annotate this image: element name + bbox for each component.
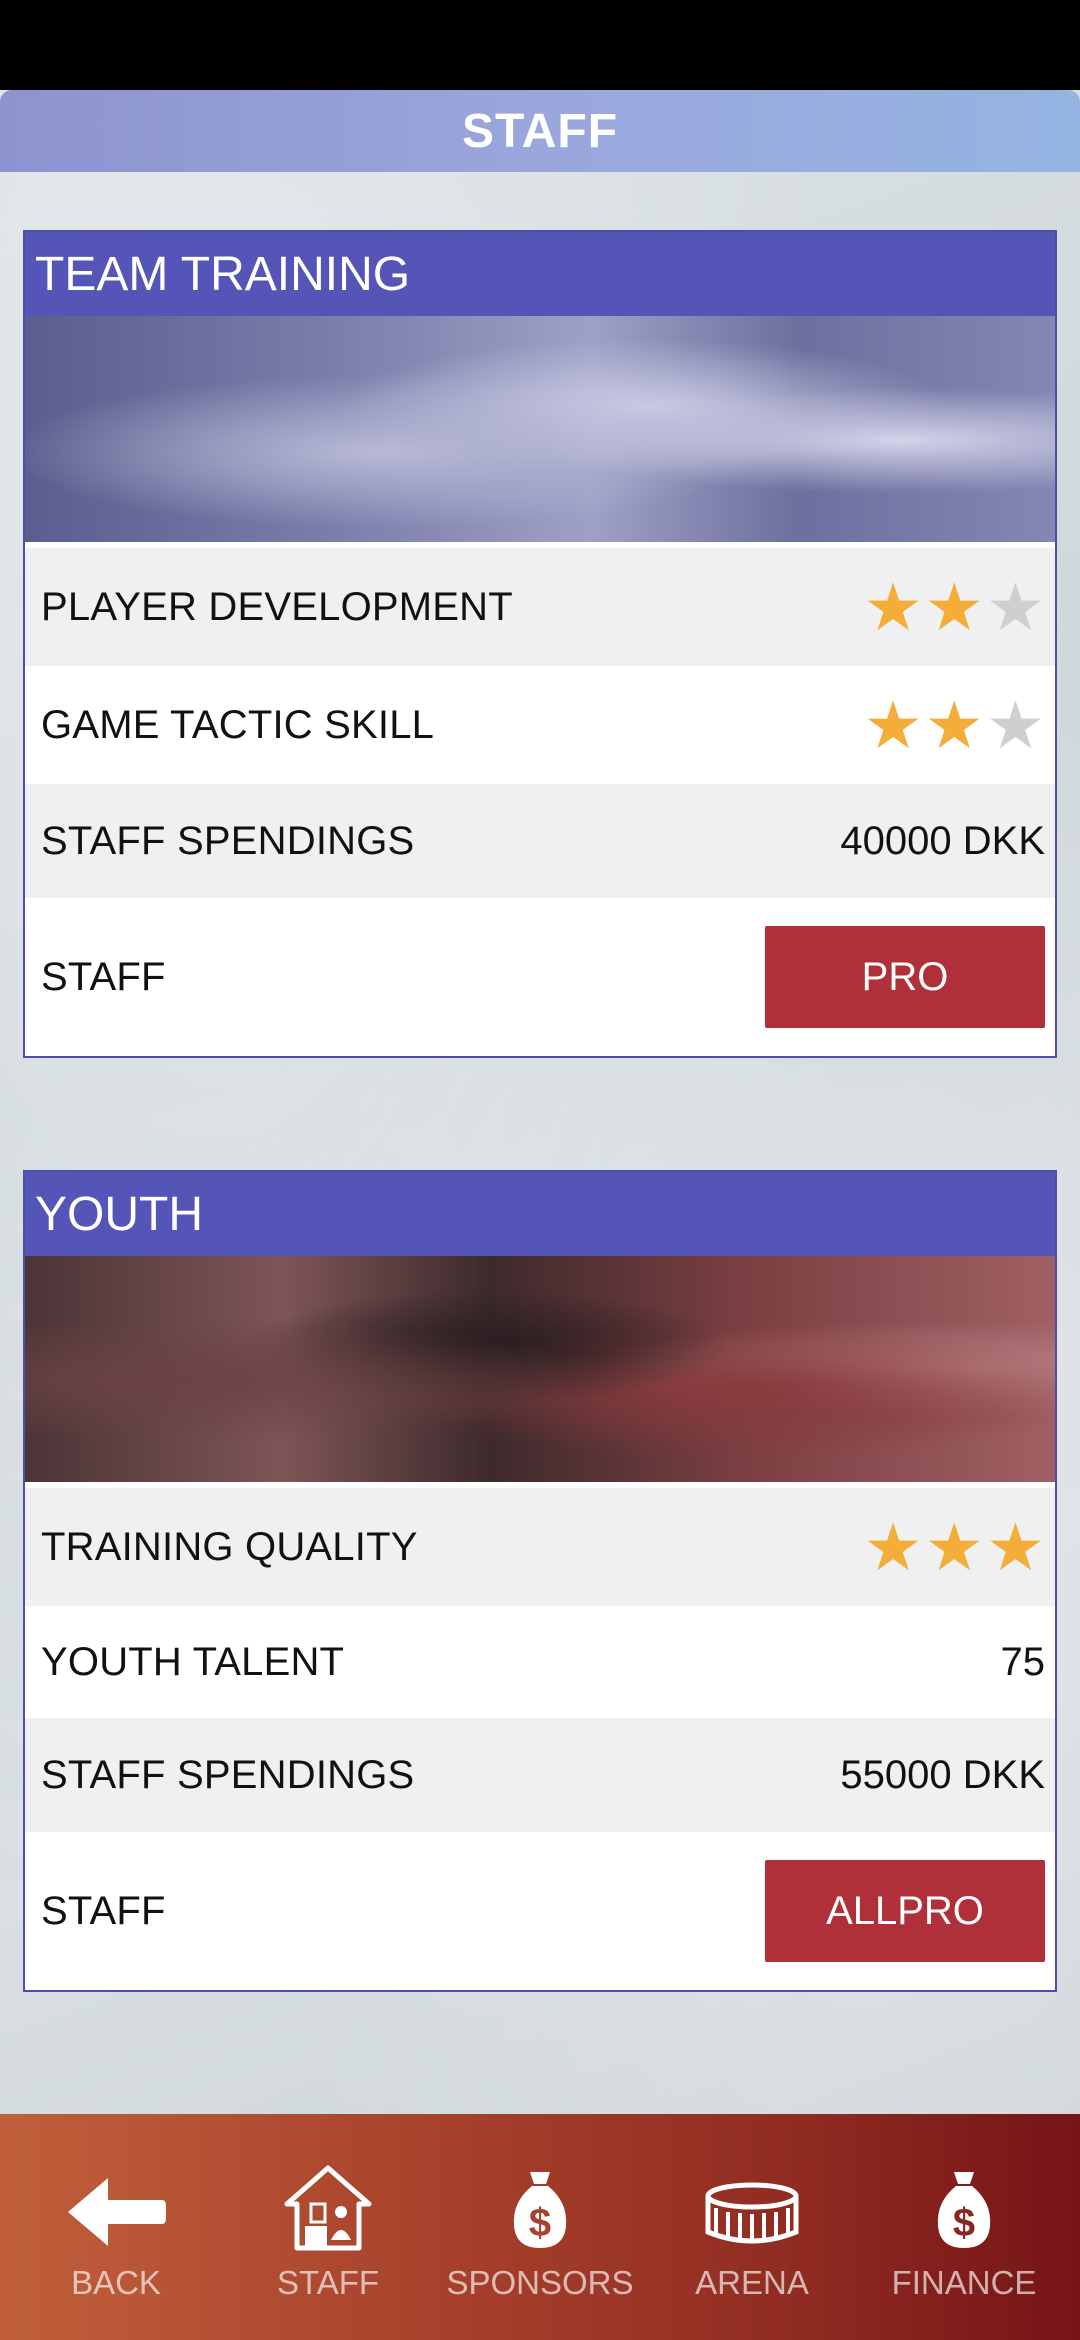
row-label: YOUTH TALENT [41, 1639, 345, 1684]
youth-card: YOUTH TRAINING QUALITY ★ ★ ★ YOUTH TALEN… [23, 1170, 1057, 1992]
staff-spendings-value: 55000 DKK [840, 1752, 1045, 1797]
row-label: PLAYER DEVELOPMENT [41, 584, 513, 629]
staff-row: STAFF PRO [25, 898, 1055, 1056]
player-development-rating: ★ ★ ★ [863, 574, 1045, 640]
house-staff-icon [283, 2152, 373, 2252]
staff-row: STAFF ALLPRO [25, 1832, 1055, 1990]
star-empty-icon: ★ [985, 570, 1045, 644]
staff-spendings-value: 40000 DKK [840, 818, 1045, 863]
row-label: STAFF [41, 954, 166, 999]
youth-talent-row: YOUTH TALENT 75 [25, 1606, 1055, 1718]
youth-talent-value: 75 [1000, 1639, 1046, 1684]
row-label: STAFF SPENDINGS [41, 1752, 415, 1797]
team-training-card: TEAM TRAINING PLAYER DEVELOPMENT ★ ★ ★ G… [23, 230, 1057, 1058]
arena-icon [704, 2152, 800, 2252]
nav-label: SPONSORS [446, 2264, 634, 2301]
card-title-bar: YOUTH [25, 1172, 1055, 1256]
card-title-bar: TEAM TRAINING [25, 232, 1055, 316]
nav-label: BACK [71, 2264, 161, 2301]
card-title: YOUTH [35, 1187, 203, 1241]
game-tactic-skill-row: GAME TACTIC SKILL ★ ★ ★ [25, 666, 1055, 784]
youth-image [25, 1256, 1055, 1482]
game-tactic-skill-rating: ★ ★ ★ [863, 692, 1045, 758]
staff-level-button[interactable]: PRO [765, 926, 1045, 1028]
svg-text:$: $ [953, 2201, 975, 2245]
money-bag-icon: $ [934, 2152, 994, 2252]
star-filled-icon: ★ [924, 1510, 984, 1584]
row-label: STAFF SPENDINGS [41, 818, 415, 863]
row-label: TRAINING QUALITY [41, 1524, 418, 1569]
star-empty-icon: ★ [985, 688, 1045, 762]
nav-label: ARENA [695, 2264, 809, 2301]
nav-arena[interactable]: ARENA [657, 2152, 847, 2302]
bottom-nav: BACK STAFF $ SPONSORS ARENA $ FINANCE [0, 2114, 1080, 2340]
staff-spendings-row: STAFF SPENDINGS 55000 DKK [25, 1718, 1055, 1832]
nav-sponsors[interactable]: $ SPONSORS [445, 2152, 635, 2302]
staff-spendings-row: STAFF SPENDINGS 40000 DKK [25, 784, 1055, 898]
row-label: STAFF [41, 1888, 166, 1933]
star-filled-icon: ★ [863, 688, 923, 762]
page-title: STAFF [461, 104, 619, 158]
nav-back[interactable]: BACK [21, 2152, 211, 2302]
star-filled-icon: ★ [985, 1510, 1045, 1584]
team-training-image [25, 316, 1055, 542]
staff-level-button[interactable]: ALLPRO [765, 1860, 1045, 1962]
nav-finance[interactable]: $ FINANCE [869, 2152, 1059, 2302]
nav-label: STAFF [276, 2264, 380, 2301]
nav-label: FINANCE [891, 2264, 1037, 2301]
star-filled-icon: ★ [863, 1510, 923, 1584]
training-quality-rating: ★ ★ ★ [863, 1514, 1045, 1580]
player-development-row: PLAYER DEVELOPMENT ★ ★ ★ [25, 548, 1055, 666]
row-label: GAME TACTIC SKILL [41, 702, 435, 747]
money-bag-icon: $ [510, 2152, 570, 2252]
training-quality-row: TRAINING QUALITY ★ ★ ★ [25, 1488, 1055, 1606]
status-bar [0, 0, 1080, 90]
star-filled-icon: ★ [924, 688, 984, 762]
svg-text:$: $ [529, 2201, 551, 2245]
star-filled-icon: ★ [863, 570, 923, 644]
back-arrow-icon [64, 2152, 168, 2252]
star-filled-icon: ★ [924, 570, 984, 644]
card-title: TEAM TRAINING [35, 247, 411, 301]
nav-staff[interactable]: STAFF [233, 2152, 423, 2302]
page-header: STAFF [0, 90, 1080, 172]
